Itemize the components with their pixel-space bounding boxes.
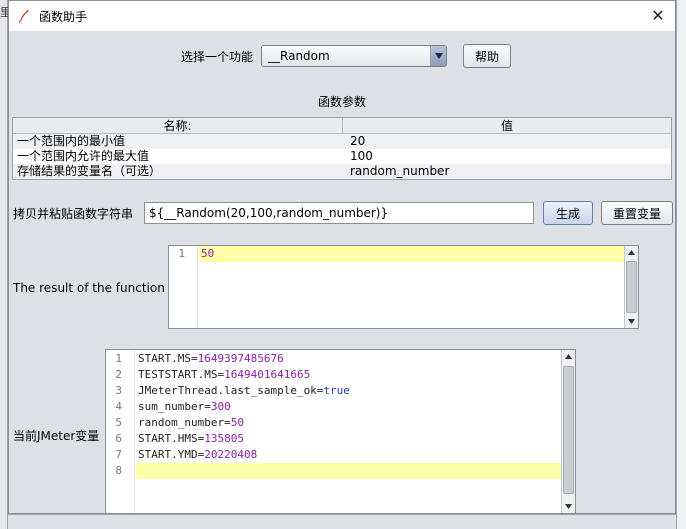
line-number: 6 (115, 432, 122, 445)
help-button[interactable]: 帮助 (463, 44, 512, 68)
code-line[interactable]: random_number=50 (136, 415, 561, 431)
result-text-area[interactable]: 1 50 (168, 245, 639, 329)
function-dropdown-value: __Random (268, 49, 330, 63)
scroll-down-icon[interactable] (562, 500, 575, 513)
chevron-down-icon[interactable] (430, 46, 447, 66)
variable-key: START.YMD= (138, 448, 205, 461)
variable-key: random_number= (138, 416, 231, 429)
generate-button[interactable]: 生成 (543, 201, 593, 225)
scroll-down-icon[interactable] (625, 315, 638, 328)
scroll-up-icon[interactable] (625, 246, 638, 259)
table-row[interactable]: 一个范围内允许的最大值 100 (13, 149, 671, 164)
line-number-gutter: 1 (169, 246, 198, 328)
jmeter-variables-label: 当前JMeter变量 (13, 429, 100, 443)
line-number: 1 (178, 247, 185, 260)
background-window-bottom (8, 514, 676, 529)
line-number-gutter: 1 2 3 4 5 6 7 8 (106, 350, 135, 513)
close-icon[interactable]: ✕ (649, 7, 667, 25)
variable-value: 50 (230, 416, 244, 429)
code-line[interactable] (136, 463, 561, 479)
code-line[interactable]: START.MS=1649397485676 (136, 351, 561, 367)
param-name: 一个范围内的最小值 (17, 134, 126, 148)
variables-scrollbar[interactable] (561, 350, 575, 513)
variable-key: sum_number= (138, 400, 211, 413)
function-helper-dialog: 函数助手 ✕ 选择一个功能 __Random 帮助 函数参数 名称: 值 一个范… (8, 0, 676, 514)
params-section-title: 函数参数 (317, 95, 366, 109)
window-title: 函数助手 (39, 9, 88, 24)
param-value[interactable]: random_number (350, 164, 671, 179)
variable-value: 1649397485676 (197, 352, 284, 365)
line-number: 5 (115, 416, 122, 429)
background-window-left: 里 (0, 0, 8, 529)
param-value[interactable]: 100 (350, 149, 671, 164)
code-line[interactable]: START.HMS=135805 (136, 431, 561, 447)
params-table-header: 名称: 值 (13, 118, 671, 134)
variables-code[interactable]: START.MS=1649397485676 TESTSTART.MS=1649… (136, 350, 561, 479)
result-scrollbar[interactable] (624, 246, 638, 328)
feather-icon (17, 9, 31, 23)
scrollbar-thumb[interactable] (563, 366, 574, 494)
variable-value: 1649401641665 (224, 368, 311, 381)
jmeter-variables-text-area[interactable]: 1 2 3 4 5 6 7 8 START.MS=1649397485676 T… (105, 349, 576, 514)
background-text: 里 (0, 6, 8, 19)
result-code[interactable]: 50 (199, 246, 624, 262)
variable-value: 20220408 (204, 448, 258, 461)
column-header-name[interactable]: 名称: (13, 118, 343, 133)
column-header-value[interactable]: 值 (343, 118, 671, 133)
code-line[interactable]: JMeterThread.last_sample_ok=true (136, 383, 561, 399)
params-table: 名称: 值 一个范围内的最小值 20 一个范围内允许的最大值 100 存储结果的… (12, 117, 672, 180)
reset-variables-button[interactable]: 重置变量 (601, 201, 673, 225)
line-number: 7 (115, 448, 122, 461)
function-select-label: 选择一个功能 (181, 49, 254, 64)
table-row[interactable]: 一个范围内的最小值 20 (13, 134, 671, 149)
variable-value: 135805 (204, 432, 244, 445)
line-number: 4 (115, 400, 122, 413)
variable-key: START.MS= (138, 352, 198, 365)
function-dropdown[interactable]: __Random (261, 45, 448, 67)
line-number: 3 (115, 384, 122, 397)
variable-key: JMeterThread.last_sample_ok= (138, 384, 324, 397)
code-line[interactable]: TESTSTART.MS=1649401641665 (136, 367, 561, 383)
line-number: 8 (115, 464, 122, 477)
variable-value: 300 (210, 400, 231, 413)
code-line[interactable]: sum_number=300 (136, 399, 561, 415)
result-value: 50 (201, 247, 215, 260)
param-name: 存储结果的变量名（可选） (17, 164, 162, 178)
line-number: 1 (115, 352, 122, 365)
title-bar[interactable]: 函数助手 ✕ (9, 1, 675, 31)
code-line[interactable]: 50 (199, 246, 624, 262)
function-string-row: 拷贝并粘贴函数字符串 生成 重置变量 (13, 201, 673, 225)
code-line[interactable]: START.YMD=20220408 (136, 447, 561, 463)
background-window-right (676, 0, 686, 529)
scrollbar-thumb[interactable] (626, 261, 637, 313)
param-name: 一个范围内允许的最大值 (17, 149, 150, 163)
params-table-body: 一个范围内的最小值 20 一个范围内允许的最大值 100 存储结果的变量名（可选… (13, 134, 671, 179)
variable-key: START.HMS= (138, 432, 205, 445)
table-row[interactable]: 存储结果的变量名（可选） random_number (13, 164, 671, 179)
scroll-up-icon[interactable] (562, 350, 575, 363)
param-value[interactable]: 20 (350, 134, 671, 149)
line-number: 2 (115, 368, 122, 381)
function-string-input[interactable] (144, 202, 534, 224)
result-label: The result of the function is (13, 281, 179, 295)
function-string-label: 拷贝并粘贴函数字符串 (13, 206, 134, 221)
variable-key: TESTSTART.MS= (138, 368, 225, 381)
function-select-row: 选择一个功能 __Random 帮助 (181, 44, 512, 68)
variable-value: true (323, 384, 350, 397)
